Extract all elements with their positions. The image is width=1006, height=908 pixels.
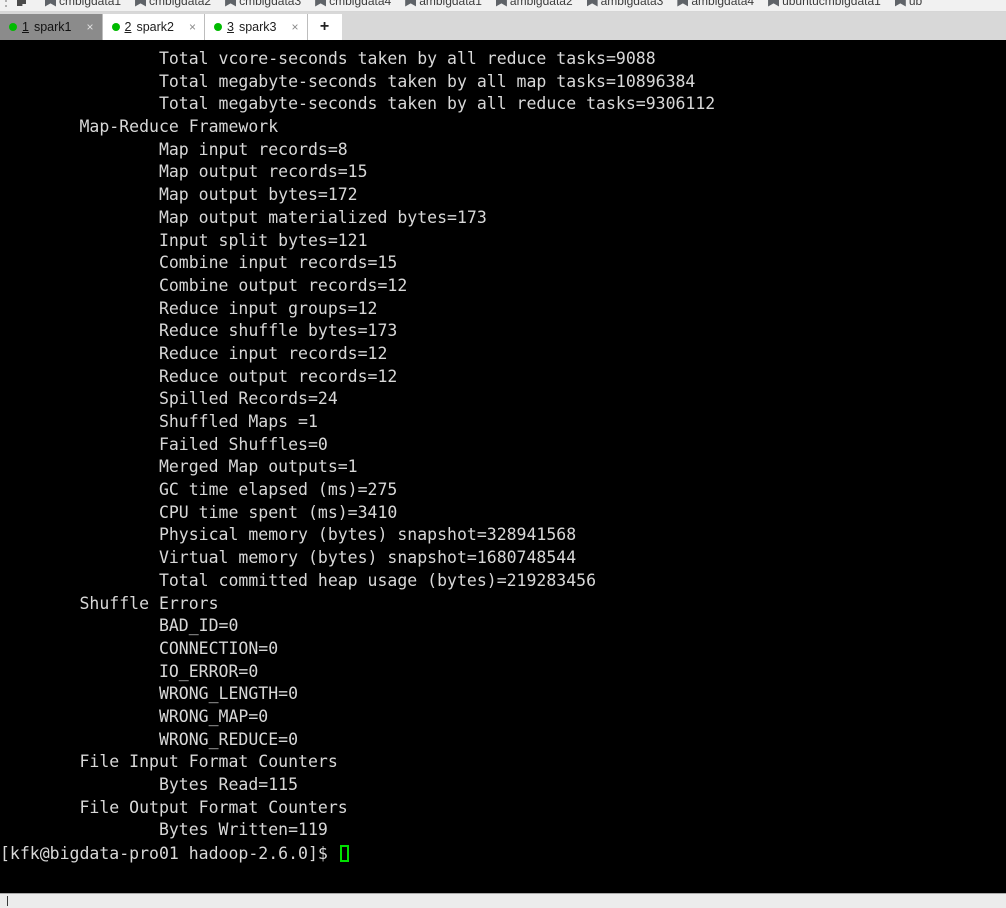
bookmark-star-icon (225, 0, 236, 7)
terminal-line: Reduce shuffle bytes=173 (0, 321, 398, 341)
terminal-text: Total vcore-seconds taken by all reduce … (0, 40, 1006, 842)
drag-grip-icon[interactable] (2, 0, 12, 11)
terminal-line: Merged Map outputs=1 (0, 457, 358, 477)
terminal-line: Map output records=15 (0, 162, 368, 182)
bookmark-item[interactable]: cmbigdata1 (38, 0, 128, 11)
bookmark-star-icon (405, 0, 416, 7)
bookmark-star-icon (135, 0, 146, 7)
bookmark-label: ubuntucmbigdata1 (782, 0, 881, 8)
close-icon[interactable]: × (291, 21, 298, 33)
bookmarks-strip: cmbigdata1 cmbigdata2 cmbigdata3 cmbigda… (0, 0, 929, 11)
shell-prompt: [kfk@bigdata-pro01 hadoop-2.6.0]$ (0, 844, 338, 864)
bookmark-label: cmbigdata3 (239, 0, 302, 8)
close-icon[interactable]: × (86, 21, 93, 33)
terminal-line: Failed Shuffles=0 (0, 434, 328, 454)
terminal-line: Bytes Written=119 (0, 820, 328, 840)
tab-bar-empty-area (341, 14, 1006, 40)
terminal-line: WRONG_REDUCE=0 (0, 729, 299, 749)
terminal-line: Map output materialized bytes=173 (0, 207, 487, 227)
bookmark-label: ub (908, 0, 923, 8)
terminal-line: WRONG_LENGTH=0 (0, 684, 299, 704)
bookmark-star-icon (45, 0, 56, 7)
terminal-line: Physical memory (bytes) snapshot=3289415… (0, 525, 577, 545)
bookmark-label: cmbigdata4 (329, 0, 392, 8)
close-icon[interactable]: × (189, 21, 196, 33)
bookmark-label: ambigdata3 (600, 0, 664, 8)
text-cursor-icon (339, 845, 349, 863)
tab-status-dot-icon (111, 23, 120, 31)
terminal-line: Total megabyte-seconds taken by all map … (0, 71, 696, 91)
bookmark-star-icon (677, 0, 688, 7)
bookmark-item[interactable]: cmbigdata4 (308, 0, 398, 11)
terminal-line: Combine output records=12 (0, 275, 408, 295)
terminal-line: Map output bytes=172 (0, 185, 358, 205)
terminal-line: File Output Format Counters (0, 797, 358, 817)
bookmark-item[interactable]: ub (888, 0, 929, 11)
terminal-line: Reduce input records=12 (0, 343, 388, 363)
terminal-line: Spilled Records=24 (0, 389, 338, 409)
bookmark-star-icon (587, 0, 598, 7)
bookmark-label: ambigdata1 (419, 0, 482, 8)
terminal-line: Total vcore-seconds taken by all reduce … (0, 49, 656, 68)
bottom-status-bar (0, 893, 1006, 908)
terminal-line: Map-Reduce Framework (0, 117, 279, 137)
tab-number: 1 (22, 20, 29, 34)
bookmarks-bar[interactable]: cmbigdata1 cmbigdata2 cmbigdata3 cmbigda… (0, 0, 1006, 12)
bookmark-label: ambigdata4 (691, 0, 755, 8)
bookmark-item[interactable]: ambigdata4 (670, 0, 761, 11)
terminal-line: Virtual memory (bytes) snapshot=16807485… (0, 548, 577, 568)
terminal-line: CONNECTION=0 (0, 638, 279, 658)
apps-shortcut-icon[interactable] (14, 0, 34, 11)
new-tab-button[interactable]: + (307, 14, 342, 40)
terminal-line: Total megabyte-seconds taken by all redu… (0, 94, 716, 114)
terminal-line: Bytes Read=115 (0, 775, 299, 794)
terminal-line: Combine input records=15 (0, 253, 398, 273)
terminal-line: WRONG_MAP=0 (0, 706, 269, 726)
terminal-prompt-line: [kfk@bigdata-pro01 hadoop-2.6.0]$ (0, 843, 349, 866)
terminal-line: GC time elapsed (ms)=275 (0, 480, 398, 500)
terminal-output-pane[interactable]: Total vcore-seconds taken by all reduce … (0, 40, 1006, 898)
terminal-line: Shuffle Errors (0, 593, 219, 613)
bookmark-label: ambigdata2 (509, 0, 573, 8)
tab-status-dot-icon (214, 23, 222, 31)
tab-label: spark2 (136, 20, 174, 34)
caret-icon (7, 896, 8, 906)
terminal-line: CPU time spent (ms)=3410 (0, 502, 398, 522)
bookmark-label: cmbigdata1 (59, 0, 122, 8)
bookmark-star-icon (315, 0, 326, 7)
terminal-line: Reduce output records=12 (0, 366, 398, 386)
tab-number: 3 (227, 20, 234, 34)
terminal-line: File Input Format Counters (0, 752, 348, 772)
bookmark-item[interactable]: cmbigdata3 (218, 0, 308, 11)
tab-label: spark3 (238, 20, 277, 34)
bookmark-item[interactable]: cmbigdata2 (128, 0, 218, 11)
terminal-line: Shuffled Maps =1 (0, 412, 318, 431)
bookmark-item[interactable]: ambigdata3 (580, 0, 671, 11)
terminal-line: Total committed heap usage (bytes)=21928… (0, 570, 597, 590)
bookmark-item[interactable]: ubuntucmbigdata1 (761, 0, 888, 11)
bookmark-star-icon (768, 0, 779, 7)
tab-spark2[interactable]: 2 spark2 × (102, 14, 205, 40)
tab-status-dot-icon (9, 23, 17, 31)
terminal-line: IO_ERROR=0 (0, 661, 259, 681)
tab-spark1[interactable]: 1 spark1 × (0, 14, 103, 40)
tab-spark3[interactable]: 3 spark3 × (205, 14, 308, 40)
terminal-line: Reduce input groups=12 (0, 298, 378, 318)
tab-number: 2 (124, 20, 132, 34)
bookmark-item[interactable]: ambigdata2 (489, 0, 580, 11)
terminal-line: BAD_ID=0 (0, 616, 239, 636)
bookmark-item[interactable]: ambigdata1 (398, 0, 489, 11)
terminal-tab-bar: 1 spark1 × 2 spark2 × 3 spark3 × + (0, 12, 1006, 40)
bookmark-star-icon (496, 0, 507, 7)
tab-label: spark1 (33, 20, 72, 34)
terminal-line: Input split bytes=121 (0, 230, 368, 250)
bookmark-label: cmbigdata2 (149, 0, 212, 8)
bookmark-star-icon (895, 0, 906, 7)
terminal-line: Map input records=8 (0, 139, 348, 159)
